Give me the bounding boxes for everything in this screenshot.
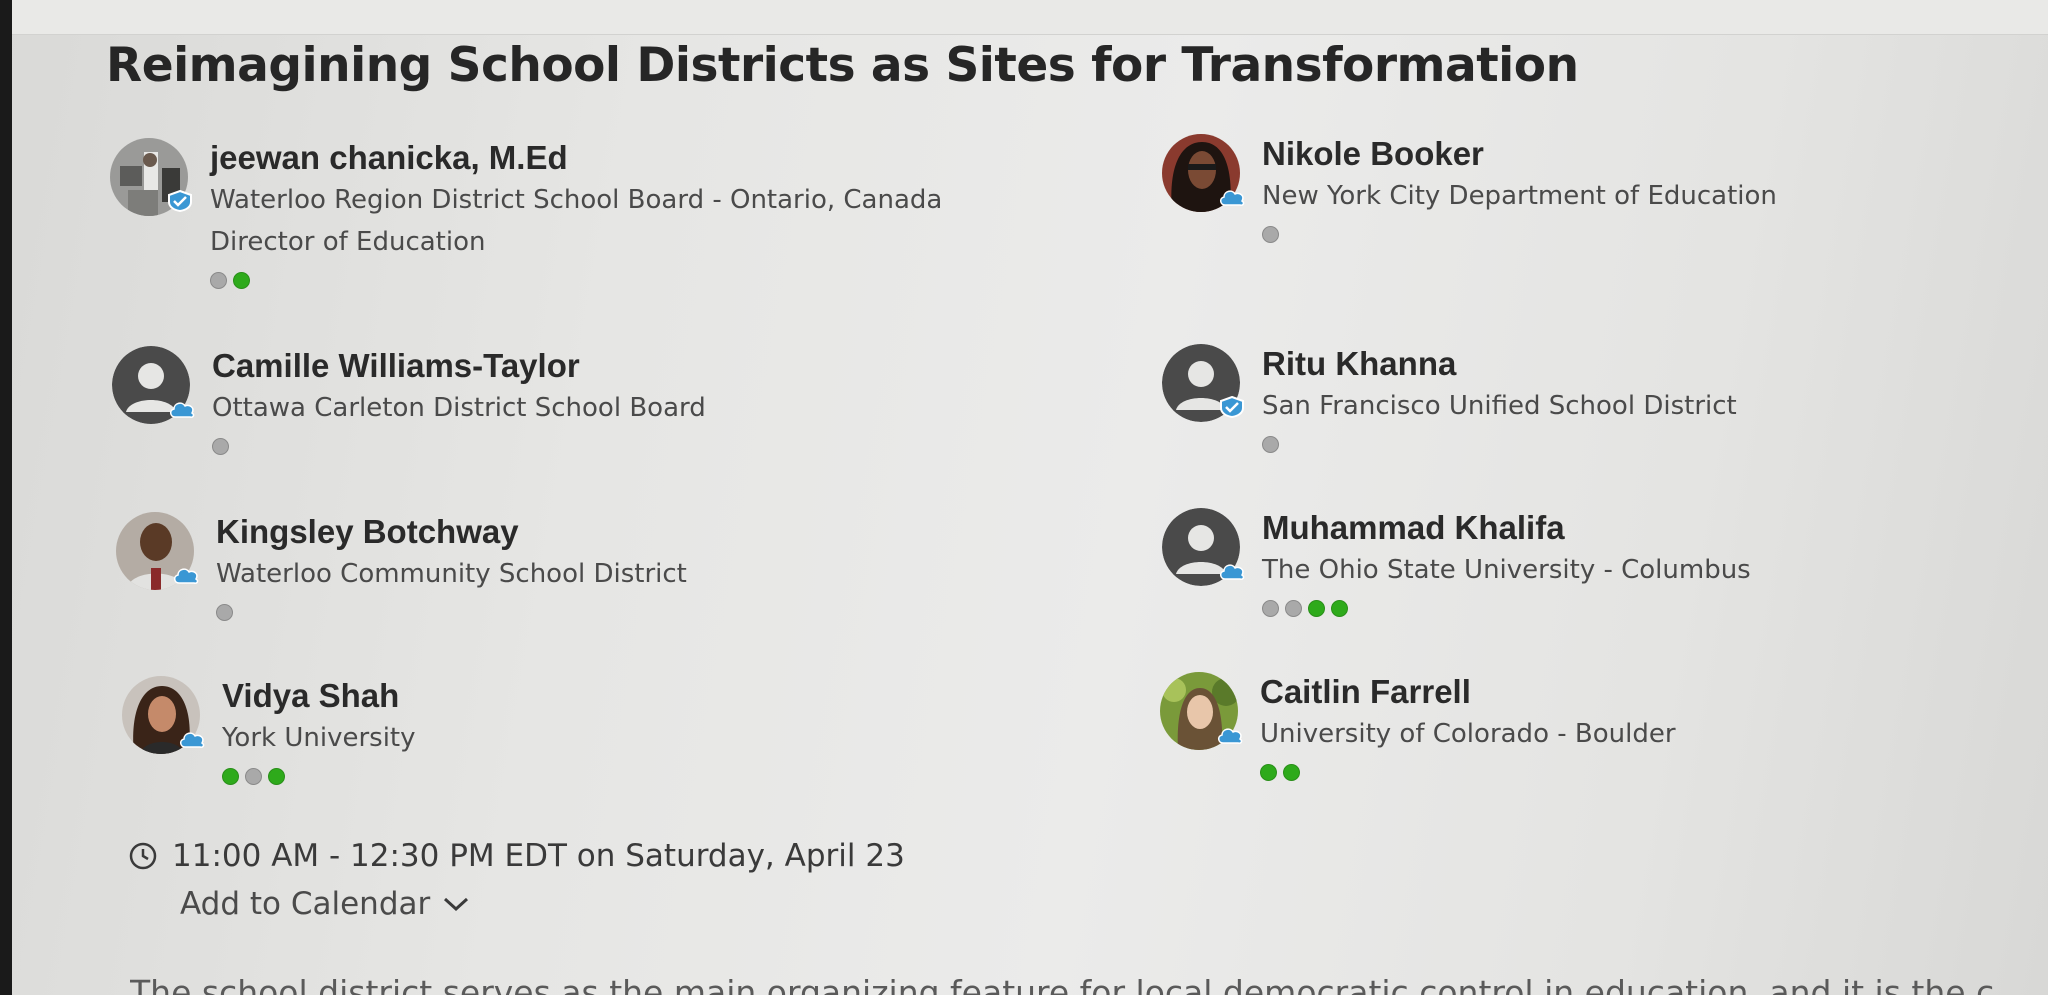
verified-icon	[168, 190, 192, 212]
avatar[interactable]	[110, 138, 192, 216]
verified-icon	[1220, 396, 1244, 418]
avatar[interactable]	[1160, 672, 1243, 750]
speaker-org: San Francisco Unified School District	[1262, 391, 1737, 421]
cloud-icon	[1220, 190, 1245, 206]
status-dots	[212, 438, 706, 455]
status-dot	[1285, 600, 1302, 617]
cloud-icon	[170, 402, 195, 418]
session-time: 11:00 AM - 12:30 PM EDT on Saturday, Apr…	[128, 838, 905, 874]
avatar[interactable]	[1162, 508, 1245, 586]
session-description: The school district serves as the main o…	[130, 973, 1995, 995]
session-title: Reimagining School Districts as Sites fo…	[106, 38, 1579, 93]
cloud-icon	[1220, 564, 1245, 580]
speaker-name[interactable]: Camille Williams-Taylor	[212, 346, 706, 386]
avatar[interactable]	[116, 512, 199, 590]
add-to-calendar-label[interactable]: Add to Calendar	[180, 886, 430, 922]
speaker-name[interactable]: Kingsley Botchway	[216, 512, 687, 552]
cloud-icon	[1218, 728, 1243, 744]
status-dots	[1260, 764, 1676, 781]
status-dot	[1260, 764, 1277, 781]
top-bar	[12, 0, 2048, 35]
speaker-org: The Ohio State University - Columbus	[1262, 555, 1751, 585]
clock-icon	[129, 842, 157, 870]
status-dot	[1308, 600, 1325, 617]
speaker-name[interactable]: Vidya Shah	[222, 676, 416, 716]
speaker-org: Ottawa Carleton District School Board	[212, 393, 706, 423]
speaker-org: New York City Department of Education	[1262, 181, 1777, 211]
status-dot	[1262, 226, 1279, 243]
speaker-name[interactable]: jeewan chanicka, M.Ed	[210, 138, 942, 178]
speaker-org: Waterloo Community School District	[216, 559, 687, 589]
status-dots	[1262, 436, 1737, 453]
avatar[interactable]	[112, 346, 195, 424]
status-dot	[222, 768, 239, 785]
speaker-role: Director of Education	[210, 227, 486, 257]
status-dots	[1262, 226, 1777, 243]
status-dot	[216, 604, 233, 621]
cloud-icon	[174, 568, 199, 584]
status-dot	[212, 438, 229, 455]
status-dots	[210, 272, 942, 289]
cloud-icon	[180, 732, 205, 748]
status-dots	[216, 604, 687, 621]
avatar[interactable]	[1162, 134, 1245, 212]
screen-bezel	[0, 0, 12, 995]
speaker-org: University of Colorado - Boulder	[1260, 719, 1676, 749]
status-dot	[1283, 764, 1300, 781]
time-text: 11:00 AM - 12:30 PM EDT on Saturday, Apr…	[172, 838, 905, 874]
status-dot	[1331, 600, 1348, 617]
status-dot	[268, 768, 285, 785]
status-dot	[233, 272, 250, 289]
status-dot	[210, 272, 227, 289]
avatar[interactable]	[1162, 344, 1244, 422]
status-dots	[1262, 600, 1751, 617]
speaker-org: Waterloo Region District School Board - …	[210, 185, 943, 215]
status-dot	[1262, 600, 1279, 617]
speaker-org: York University	[222, 723, 416, 753]
avatar[interactable]	[122, 676, 205, 754]
speaker-name[interactable]: Ritu Khanna	[1262, 344, 1737, 384]
speaker-name[interactable]: Muhammad Khalifa	[1262, 508, 1751, 548]
speaker-name[interactable]: Nikole Booker	[1262, 134, 1777, 174]
status-dots	[222, 768, 416, 785]
status-dot	[245, 768, 262, 785]
speaker-name[interactable]: Caitlin Farrell	[1260, 672, 1676, 712]
add-to-calendar-button[interactable]: Add to Calendar	[180, 886, 470, 922]
status-dot	[1262, 436, 1279, 453]
chevron-down-icon[interactable]	[442, 894, 470, 914]
